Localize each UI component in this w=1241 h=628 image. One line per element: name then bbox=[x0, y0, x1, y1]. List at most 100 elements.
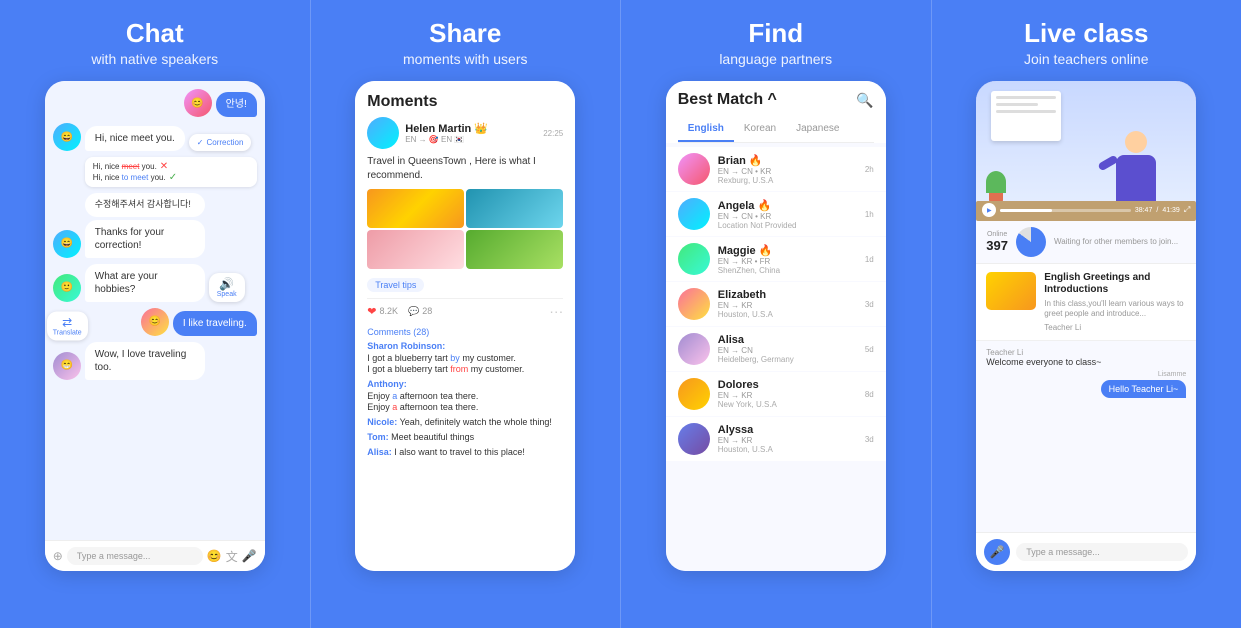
mic-icon[interactable]: 🎤 bbox=[242, 549, 257, 563]
language-tabs: English Korean Japanese bbox=[678, 117, 874, 143]
online-bar: Online 397 Waiting for other members to … bbox=[976, 221, 1196, 264]
play-button[interactable]: ▶ bbox=[982, 203, 996, 217]
post-image-4 bbox=[466, 230, 563, 269]
partner-info: Angela 🔥 EN → CN • KR Location Not Provi… bbox=[718, 199, 857, 230]
post-author-info: Helen Martin 👑 EN → 🎯 EN 🇰🇷 bbox=[405, 122, 537, 144]
add-icon[interactable]: ⊕ bbox=[53, 549, 63, 563]
progress-bar[interactable] bbox=[1000, 209, 1131, 212]
partner-info: Brian 🔥 EN → CN • KR Rexburg, U.S.A bbox=[718, 154, 857, 185]
mic-button[interactable]: 🎤 bbox=[984, 539, 1010, 565]
tab-english[interactable]: English bbox=[678, 117, 734, 142]
live-chat: Teacher Li Welcome everyone to class~ Li… bbox=[976, 341, 1196, 532]
classroom-bg bbox=[976, 81, 1196, 221]
partner-avatar bbox=[678, 423, 710, 455]
partner-item[interactable]: Alyssa EN → KR Houston, U.S.A 3d bbox=[666, 417, 886, 461]
chat-messages: 안녕! 😊 😄 Hi, nice meet you. ✓ Correction … bbox=[45, 81, 265, 540]
live-phone: ▶ 38:47 / 41:39 ⤢ Online 397 Waiting fo bbox=[976, 81, 1196, 571]
online-indicator bbox=[1016, 227, 1046, 257]
partner-name: Elizabeth bbox=[718, 289, 857, 301]
partner-langs: EN → KR bbox=[718, 436, 857, 445]
partner-avatar bbox=[678, 153, 710, 185]
partner-item[interactable]: Dolores EN → KR New York, U.S.A 8d bbox=[666, 372, 886, 416]
comment-author: Sharon Robinson: bbox=[367, 341, 445, 351]
tab-korean[interactable]: Korean bbox=[734, 117, 786, 142]
travel-tag[interactable]: Travel tips bbox=[367, 278, 424, 292]
partner-langs: EN → KR bbox=[718, 301, 857, 310]
more-icon[interactable]: ··· bbox=[549, 303, 563, 319]
online-count-block: Online 397 bbox=[986, 231, 1008, 253]
time-total: 41:39 bbox=[1162, 207, 1180, 214]
post-image-1 bbox=[367, 189, 464, 228]
emoji-icon[interactable]: 😊 bbox=[207, 549, 222, 563]
partner-item[interactable]: Alisa EN → CN Heidelberg, Germany 5d bbox=[666, 327, 886, 371]
class-card[interactable]: English Greetings and Introductions In t… bbox=[976, 264, 1196, 341]
comment-item: Anthony: Enjoy a afternoon tea there. En… bbox=[367, 379, 563, 414]
partner-name: Alyssa bbox=[718, 424, 857, 436]
correction-label: Correction bbox=[207, 138, 244, 147]
partner-name: Maggie 🔥 bbox=[718, 244, 857, 257]
online-number: 397 bbox=[986, 238, 1008, 253]
wb-line bbox=[996, 103, 1038, 106]
find-header: Best Match ^ 🔍 English Korean Japanese bbox=[666, 81, 886, 143]
comments-count: 28 bbox=[422, 306, 432, 316]
comment-author: Nicole: bbox=[367, 417, 397, 427]
time-played: 38:47 bbox=[1135, 207, 1153, 214]
partner-item[interactable]: Elizabeth EN → KR Houston, U.S.A 3d bbox=[666, 282, 886, 326]
wb-line bbox=[996, 96, 1056, 99]
best-match-title: Best Match ^ bbox=[678, 91, 777, 109]
tab-japanese[interactable]: Japanese bbox=[786, 117, 849, 142]
sent-message-block: Lisamme Hello Teacher Li~ bbox=[986, 371, 1186, 398]
chat-input-bar: ⊕ Type a message... 😊 文 🎤 bbox=[45, 540, 265, 571]
comment-icon: 💬 bbox=[408, 306, 419, 317]
share-phone: Moments Helen Martin 👑 EN → 🎯 EN 🇰🇷 22:2… bbox=[355, 81, 575, 571]
waiting-text: Waiting for other members to join... bbox=[1054, 237, 1186, 247]
chat-bubble-received: Hi, nice meet you. bbox=[85, 126, 185, 151]
partner-avatar bbox=[678, 378, 710, 410]
chat-phone: 안녕! 😊 😄 Hi, nice meet you. ✓ Correction … bbox=[45, 81, 265, 571]
chat-bubble-received: Thanks for your correction! bbox=[85, 220, 205, 258]
partner-avatar bbox=[678, 198, 710, 230]
chat-bubble-korean: 수정해주셔서 감사합니다! bbox=[85, 193, 205, 217]
comment-author: Anthony: bbox=[367, 379, 407, 389]
sent-author: Lisamme bbox=[1158, 371, 1186, 378]
find-phone: Best Match ^ 🔍 English Korean Japanese B… bbox=[666, 81, 886, 571]
partner-langs: EN → CN • KR bbox=[718, 167, 857, 176]
plant-decoration bbox=[986, 171, 1006, 201]
partner-item[interactable]: Brian 🔥 EN → CN • KR Rexburg, U.S.A 2h bbox=[666, 147, 886, 191]
partner-name: Alisa bbox=[718, 334, 857, 346]
partner-item[interactable]: Angela 🔥 EN → CN • KR Location Not Provi… bbox=[666, 192, 886, 236]
live-chat-message: Teacher Li Welcome everyone to class~ bbox=[986, 347, 1186, 367]
share-title: Share bbox=[429, 18, 501, 49]
partner-time: 5d bbox=[865, 345, 874, 354]
translate-icon[interactable]: 文 bbox=[226, 548, 238, 565]
partner-item[interactable]: Maggie 🔥 EN → KR • FR ShenZhen, China 1d bbox=[666, 237, 886, 281]
find-title: Find bbox=[748, 18, 803, 49]
chat-input[interactable]: Type a message... bbox=[67, 547, 203, 565]
comment-author: Tom: bbox=[367, 432, 388, 442]
correction-block: Hi, nice meet you. ✕ Hi, nice to meet yo… bbox=[85, 157, 257, 187]
chat-screen: 안녕! 😊 😄 Hi, nice meet you. ✓ Correction … bbox=[45, 81, 265, 571]
search-icon[interactable]: 🔍 bbox=[856, 92, 873, 109]
partner-location: Heidelberg, Germany bbox=[718, 355, 857, 364]
class-title: English Greetings and Introductions bbox=[1044, 272, 1186, 296]
fullscreen-icon[interactable]: ⤢ bbox=[1184, 205, 1190, 215]
chevron-up-icon: ^ bbox=[768, 91, 777, 108]
whiteboard-lines bbox=[991, 91, 1061, 122]
partner-info: Alisa EN → CN Heidelberg, Germany bbox=[718, 334, 857, 364]
comment-author: Alisa: bbox=[367, 447, 392, 457]
check-icon: ✓ bbox=[197, 138, 204, 147]
chat-bubble-received: Wow, I love traveling too. bbox=[85, 342, 205, 380]
comments-stat: 💬 28 bbox=[408, 306, 432, 317]
post-author: Helen Martin 👑 EN → 🎯 EN 🇰🇷 22:25 bbox=[367, 117, 563, 149]
live-chat-bubble-sent: Hello Teacher Li~ bbox=[1101, 380, 1187, 398]
partner-time: 8d bbox=[865, 390, 874, 399]
share-panel: Share moments with users Moments Helen M… bbox=[310, 0, 621, 628]
live-chat-input[interactable]: Type a message... bbox=[1016, 543, 1188, 561]
partner-time: 3d bbox=[865, 300, 874, 309]
chat-row: 😄 Hi, nice meet you. ✓ Correction bbox=[53, 123, 257, 151]
comment-item: Sharon Robinson: I got a blueberry tart … bbox=[367, 341, 563, 376]
whiteboard bbox=[991, 91, 1061, 141]
speak-badge: 🔊 Speak bbox=[209, 273, 245, 302]
comment-item: Alisa: I also want to travel to this pla… bbox=[367, 447, 563, 459]
speak-label: Speak bbox=[217, 291, 237, 298]
